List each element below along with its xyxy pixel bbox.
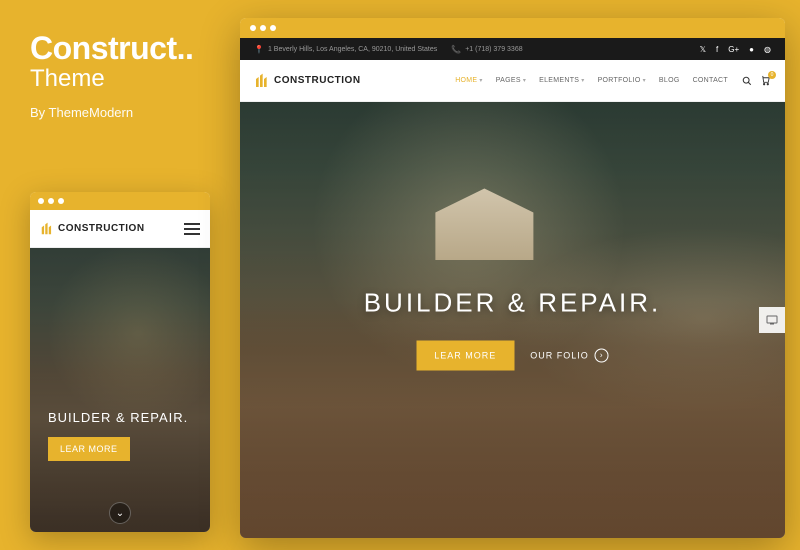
mobile-hero-title: BUILDER & REPAIR. [48, 410, 188, 425]
desktop-browser-chrome [240, 18, 785, 38]
hamburger-menu-icon[interactable] [184, 223, 200, 235]
topbar-left: 📍 1 Beverly Hills, Los Angeles, CA, 9021… [254, 45, 523, 54]
pinterest-icon[interactable]: ● [749, 45, 754, 54]
main-nav: CONSTRUCTION HOME▾ PAGES▾ ELEMENTS▾ PORT… [240, 60, 785, 102]
promo-block: Construct.. Theme By ThemeModern [30, 30, 193, 120]
facebook-icon[interactable]: f [716, 45, 718, 54]
desktop-preview: 📍 1 Beverly Hills, Los Angeles, CA, 9021… [240, 18, 785, 538]
window-dot [38, 198, 44, 204]
nav-blog[interactable]: BLOG [659, 77, 680, 84]
cart-icon[interactable]: 0 [760, 75, 771, 86]
learn-more-button[interactable]: LEAR MORE [48, 437, 130, 461]
hero-content: BUILDER & REPAIR. LEAR MORE OUR FOLIO › [240, 287, 785, 370]
phone-text: +1 (718) 379 3368 [465, 46, 522, 53]
promo-title: Construct.. [30, 30, 193, 67]
chevron-down-icon: ▾ [523, 77, 526, 84]
mobile-hero: BUILDER & REPAIR. LEAR MORE ⌄ [30, 248, 210, 532]
window-dot [260, 25, 266, 31]
nav-icons: 0 [742, 75, 771, 86]
hero-buttons: LEAR MORE OUR FOLIO › [240, 340, 785, 370]
viewport-toggle-icon[interactable] [759, 307, 785, 333]
promo-author: By ThemeModern [30, 105, 193, 120]
twitter-icon[interactable]: 𝕏 [700, 45, 706, 54]
mobile-header: CONSTRUCTION [30, 210, 210, 248]
search-icon[interactable] [742, 76, 752, 86]
mobile-preview: CONSTRUCTION BUILDER & REPAIR. LEAR MORE… [30, 192, 210, 532]
map-pin-icon: 📍 [254, 45, 264, 54]
mobile-browser-chrome [30, 192, 210, 210]
our-folio-label: OUR FOLIO [530, 350, 589, 360]
logo-text: CONSTRUCTION [274, 75, 361, 86]
logo-text: CONSTRUCTION [58, 223, 145, 234]
learn-more-button[interactable]: LEAR MORE [416, 340, 514, 370]
address: 📍 1 Beverly Hills, Los Angeles, CA, 9021… [254, 45, 437, 54]
topbar: 📍 1 Beverly Hills, Los Angeles, CA, 9021… [240, 38, 785, 60]
chevron-down-icon: ▾ [581, 77, 584, 84]
address-text: 1 Beverly Hills, Los Angeles, CA, 90210,… [268, 46, 437, 53]
phone-icon: 📞 [451, 45, 461, 54]
window-dot [48, 198, 54, 204]
window-dot [250, 25, 256, 31]
building-icon [40, 222, 54, 236]
logo[interactable]: CONSTRUCTION [40, 222, 145, 236]
nav-contact[interactable]: CONTACT [693, 77, 728, 84]
phone: 📞 +1 (718) 379 3368 [451, 45, 522, 54]
building-icon [254, 73, 270, 89]
chevron-down-icon: ▾ [479, 77, 482, 84]
window-dot [270, 25, 276, 31]
instagram-icon[interactable]: ◍ [764, 45, 771, 54]
nav-elements[interactable]: ELEMENTS▾ [539, 77, 584, 84]
hero-house-graphic [414, 180, 554, 260]
arrow-right-icon: › [595, 348, 609, 362]
nav-home[interactable]: HOME▾ [455, 77, 483, 84]
chevron-down-icon: ▾ [643, 77, 646, 84]
social-links: 𝕏 f G+ ● ◍ [700, 45, 771, 54]
cart-badge: 0 [768, 71, 776, 79]
our-folio-button[interactable]: OUR FOLIO › [530, 348, 609, 362]
window-dot [58, 198, 64, 204]
google-plus-icon[interactable]: G+ [728, 45, 739, 54]
nav-links: HOME▾ PAGES▾ ELEMENTS▾ PORTFOLIO▾ BLOG C… [455, 77, 728, 84]
scroll-down-icon[interactable]: ⌄ [109, 502, 131, 524]
nav-portfolio[interactable]: PORTFOLIO▾ [598, 77, 646, 84]
promo-subtitle: Theme [30, 65, 193, 93]
desktop-hero: BUILDER & REPAIR. LEAR MORE OUR FOLIO › [240, 102, 785, 538]
logo[interactable]: CONSTRUCTION [254, 73, 361, 89]
nav-pages[interactable]: PAGES▾ [496, 77, 526, 84]
hero-title: BUILDER & REPAIR. [240, 287, 785, 318]
